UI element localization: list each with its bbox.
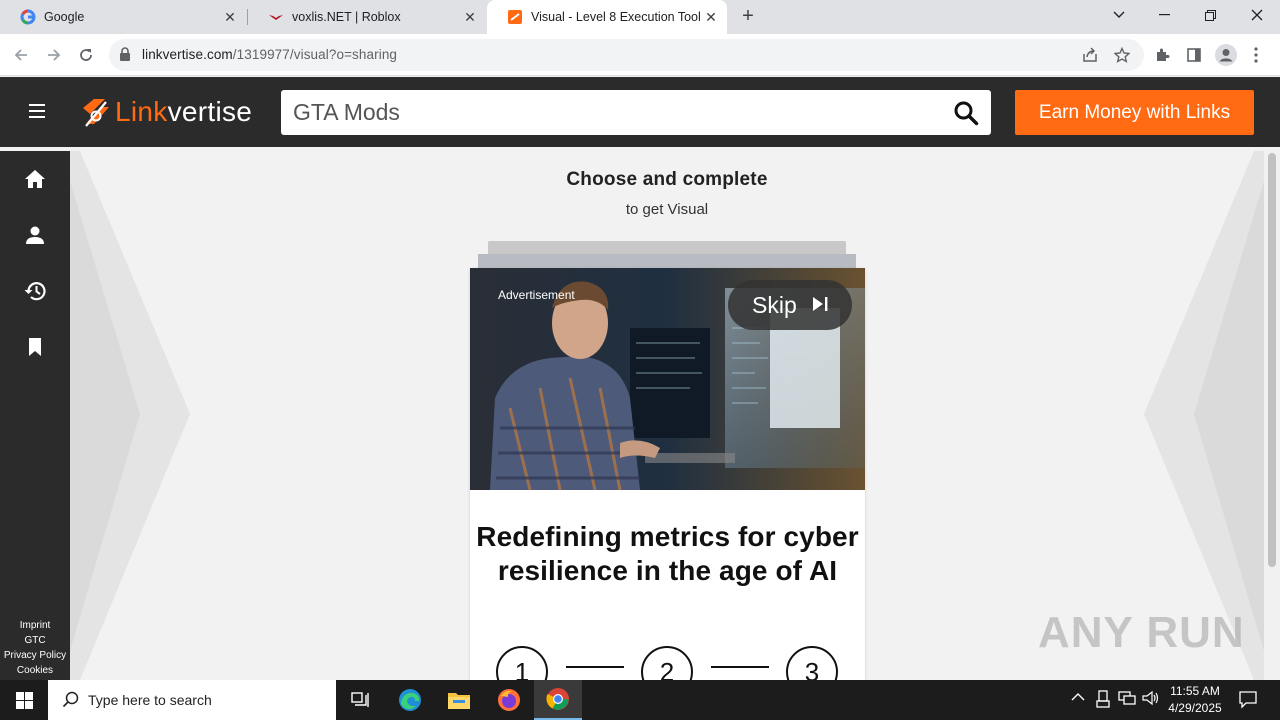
file-explorer-button[interactable]	[435, 680, 483, 720]
reload-button[interactable]	[74, 43, 98, 67]
sidebar: Imprint GTC Privacy Policy Cookies	[0, 151, 70, 680]
voxlis-icon	[268, 9, 284, 25]
step-1-circle[interactable]: 1	[496, 646, 548, 680]
browser-tab-strip: Google ✕ voxlis.NET | Roblox ✕ Visual - …	[0, 0, 1280, 34]
edge-icon	[399, 689, 421, 711]
share-icon[interactable]	[1078, 43, 1102, 67]
close-icon[interactable]: ✕	[462, 9, 478, 25]
url-text: linkvertise.com/1319977/visual?o=sharing	[142, 47, 398, 62]
tray-overflow-icon[interactable]	[1071, 690, 1085, 705]
scrollbar-thumb[interactable]	[1268, 153, 1276, 567]
tab-voxlis[interactable]: voxlis.NET | Roblox ✕	[248, 0, 486, 34]
step-connector	[566, 666, 624, 668]
user-icon[interactable]	[23, 223, 47, 247]
forward-button[interactable]	[42, 43, 66, 67]
firefox-app-button[interactable]	[485, 680, 533, 720]
cookies-link[interactable]: Cookies	[0, 665, 70, 676]
linkvertise-logo[interactable]: Link vertise	[80, 95, 252, 129]
tab-visual[interactable]: Visual - Level 8 Execution Tool Fr ✕	[487, 0, 727, 34]
main-content: Choose and complete to get Visual Advert…	[70, 151, 1264, 680]
address-bar[interactable]: linkvertise.com/1319977/visual?o=sharing	[109, 39, 1144, 71]
page-heading: Choose and complete	[566, 169, 768, 190]
skip-button[interactable]: Skip	[728, 280, 852, 330]
minimize-button[interactable]	[1141, 0, 1187, 30]
page-scrollbar[interactable]	[1264, 151, 1280, 680]
earn-money-button[interactable]: Earn Money with Links	[1015, 90, 1254, 135]
tab-search-icon[interactable]	[1096, 0, 1142, 30]
folder-icon	[448, 693, 470, 709]
skip-label: Skip	[752, 291, 797, 318]
new-tab-button[interactable]: +	[737, 5, 759, 27]
chrome-app-button[interactable]	[534, 680, 582, 720]
edge-app-button[interactable]	[386, 680, 434, 720]
ad-title: Redefining metrics for cyber resilience …	[476, 521, 859, 586]
taskbar-clock[interactable]: 11:55 AM 4/29/2025	[1158, 683, 1232, 717]
windows-taskbar: Type here to search 11:55 AM 4/29/2025	[0, 680, 1280, 720]
windows-logo-icon	[15, 691, 33, 709]
menu-dots-icon[interactable]	[1244, 43, 1268, 67]
gtc-link[interactable]: GTC	[0, 635, 70, 646]
taskbar-search-box[interactable]: Type here to search	[48, 680, 336, 720]
lock-icon[interactable]	[119, 47, 131, 66]
back-button[interactable]	[9, 43, 33, 67]
site-header: Linkvertise Earn Money with Links	[0, 77, 1280, 147]
step-2-circle[interactable]: 2	[641, 646, 693, 680]
network-icon[interactable]	[1118, 690, 1136, 709]
clock-time: 11:55 AM	[1170, 684, 1220, 698]
firefox-icon	[498, 689, 520, 711]
search-icon[interactable]	[953, 100, 979, 131]
imprint-link[interactable]: Imprint	[0, 620, 70, 631]
background-decoration-right	[1144, 151, 1264, 680]
usb-device-icon[interactable]	[1095, 690, 1111, 711]
privacy-policy-link[interactable]: Privacy Policy	[0, 650, 70, 661]
step-3-circle[interactable]: 3	[786, 646, 838, 680]
clock-date: 4/29/2025	[1168, 701, 1222, 715]
skip-next-icon	[811, 292, 829, 319]
close-icon[interactable]: ✕	[703, 9, 719, 25]
close-window-button[interactable]	[1234, 0, 1280, 30]
tab-title: Google	[44, 10, 85, 24]
task-view-button[interactable]	[336, 680, 384, 720]
step-connector	[711, 666, 769, 668]
bookmark-icon[interactable]	[23, 335, 47, 359]
tab-google[interactable]: Google ✕	[0, 0, 246, 34]
taskbar-search-placeholder: Type here to search	[88, 692, 212, 708]
side-panel-icon[interactable]	[1182, 43, 1206, 67]
windows-start-button[interactable]	[0, 680, 48, 720]
profile-avatar-icon[interactable]	[1214, 43, 1238, 67]
close-icon[interactable]: ✕	[222, 9, 238, 25]
anyrun-watermark: ANY RUN	[1038, 608, 1245, 657]
search-icon	[62, 691, 79, 713]
logo-text-link: Link	[115, 96, 168, 127]
bookmark-star-icon[interactable]	[1110, 43, 1134, 67]
background-decoration-left	[70, 151, 190, 680]
hamburger-menu-icon[interactable]	[29, 104, 45, 122]
history-icon[interactable]	[23, 279, 47, 303]
logo-text-vertise: vertise	[167, 96, 253, 127]
search-input[interactable]	[281, 90, 941, 135]
home-icon[interactable]	[23, 167, 47, 191]
ad-image[interactable]: Advertisement Skip	[470, 268, 865, 490]
logo-mark-icon	[83, 99, 109, 127]
tab-title: Visual - Level 8 Execution Tool Fr	[531, 10, 701, 24]
linkvertise-icon	[507, 9, 523, 25]
tab-title: voxlis.NET | Roblox	[292, 10, 401, 24]
ad-card: Advertisement Skip Redefining metrics fo…	[470, 268, 865, 680]
browser-toolbar: linkvertise.com/1319977/visual?o=sharing	[0, 34, 1280, 76]
restore-button[interactable]	[1187, 0, 1233, 30]
page-subheading: to get Visual	[625, 201, 709, 218]
google-icon	[20, 9, 36, 25]
notification-icon[interactable]	[1238, 689, 1258, 712]
task-view-icon	[351, 692, 369, 707]
extensions-icon[interactable]	[1150, 43, 1174, 67]
site-search	[281, 90, 991, 135]
advertisement-label: Advertisement	[498, 288, 575, 302]
chrome-icon	[546, 688, 569, 710]
